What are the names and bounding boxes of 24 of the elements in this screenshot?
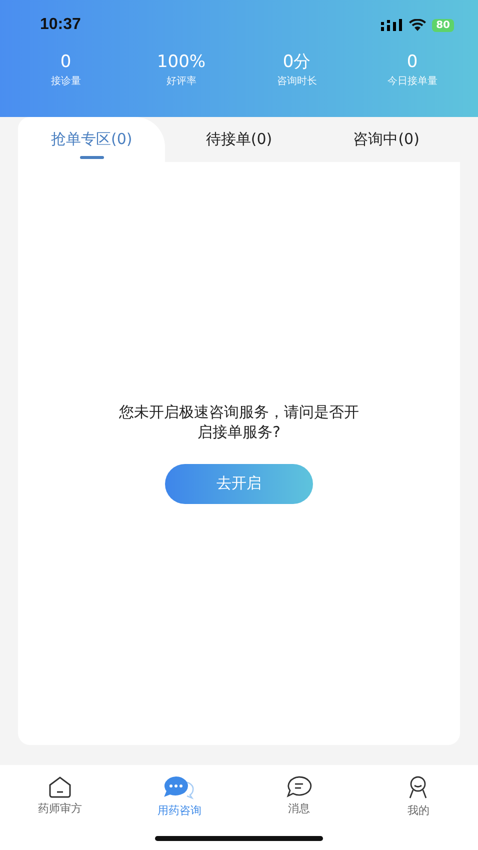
stat-label: 咨询时长 (276, 74, 317, 88)
nav-item[interactable]: 用药咨询 (120, 775, 239, 819)
nav-item[interactable]: 我的 (358, 775, 478, 819)
battery-level: 80 (432, 18, 454, 32)
stat-value: 0 (60, 52, 72, 72)
nav-item[interactable]: 消息 (239, 775, 358, 819)
stat-value: 0 (406, 52, 418, 72)
nav-item[interactable]: 药师审方 (0, 775, 120, 819)
stat-value: 0分 (282, 52, 311, 72)
stat-value: 100% (156, 52, 206, 72)
chat-icon (163, 776, 196, 800)
tab[interactable]: 咨询中(0) (312, 117, 460, 162)
status-time: 10:37 (40, 16, 81, 34)
signal-icon (381, 19, 404, 31)
home-icon (48, 776, 72, 798)
wifi-icon (409, 19, 426, 31)
tab[interactable]: 抢单专区(0) (18, 117, 166, 162)
message-icon (286, 776, 312, 798)
empty-message: 您未开启极速咨询服务，请问是否开启接单服务? (118, 402, 360, 442)
stat-label: 接诊量 (50, 74, 81, 88)
profile-icon (407, 776, 430, 800)
stat-label: 好评率 (166, 74, 196, 88)
tab[interactable]: 待接单(0) (165, 117, 313, 162)
stat-label: 今日接单量 (387, 74, 438, 88)
